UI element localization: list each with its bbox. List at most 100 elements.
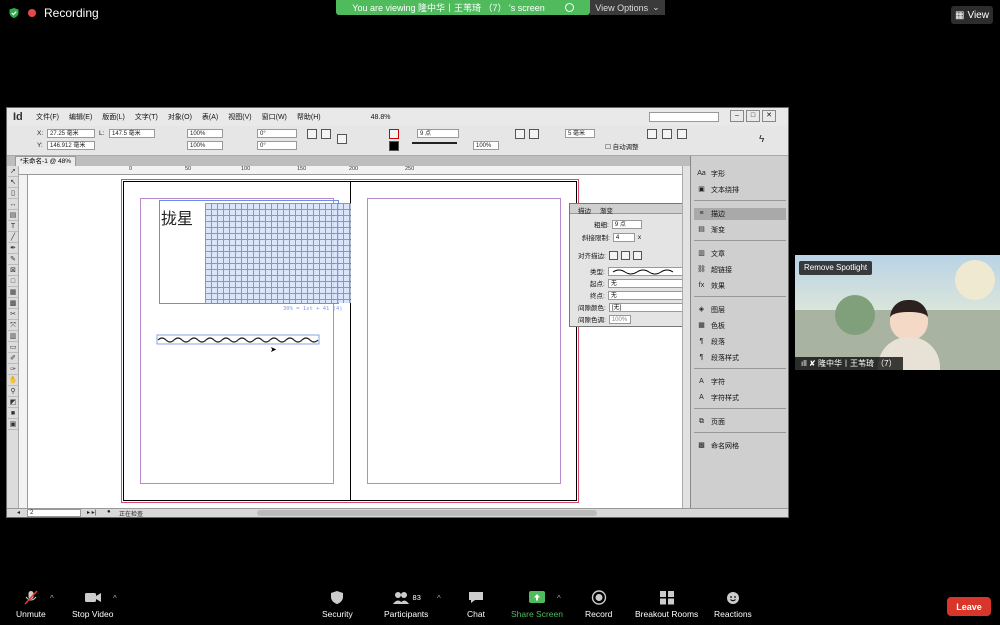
center-content-icon[interactable] — [677, 129, 687, 139]
length-field[interactable]: 147.5 毫米 — [109, 129, 155, 138]
stroke-type-preview[interactable] — [412, 142, 457, 144]
type-tool-icon[interactable]: T — [8, 222, 18, 232]
dock-item-paragraph[interactable]: ¶ 段落 — [694, 336, 786, 348]
x-field[interactable]: 27.25 毫米 — [47, 129, 95, 138]
content-collector-icon[interactable]: ▤ — [8, 211, 18, 221]
eyedropper-tool-icon[interactable]: ✑ — [8, 365, 18, 375]
corner-size-field[interactable]: 5 毫米 — [565, 129, 595, 138]
vertical-scrollbar[interactable] — [682, 166, 690, 508]
minimize-icon[interactable]: – — [730, 110, 744, 122]
align-center-icon[interactable] — [529, 129, 539, 139]
hand-tool-icon[interactable]: ✋ — [8, 376, 18, 386]
opacity-field[interactable]: 100% — [473, 141, 499, 150]
miter-field[interactable]: 4 — [612, 232, 635, 242]
gap-tool-icon[interactable]: ↔ — [8, 200, 18, 210]
video-chevron-up-icon[interactable]: ^ — [113, 594, 117, 603]
maximize-icon[interactable]: □ — [746, 110, 760, 122]
weight-field[interactable]: 9 点 — [611, 219, 642, 229]
first-page-icon[interactable]: ◂ — [17, 509, 20, 516]
dock-item-effects[interactable]: fx 效果 — [694, 280, 786, 292]
dock-item-story[interactable]: ▥ 文章 — [694, 248, 786, 260]
dock-item-pages[interactable]: ⧉ 页面 — [694, 416, 786, 428]
dock-item-named-grids[interactable]: ▩ 命名网格 — [694, 440, 786, 452]
transform-tool-icon[interactable]: ⤧ — [8, 321, 18, 331]
record-button[interactable]: Record — [585, 590, 612, 619]
document-tab[interactable]: *未命名-1 @ 48% — [15, 156, 77, 166]
direct-selection-tool-icon[interactable]: ↖ — [8, 178, 18, 188]
autofit-checkbox[interactable]: ☐ 自动调整 — [605, 141, 639, 151]
dock-item-character-styles[interactable]: A 字符样式 — [694, 392, 786, 404]
leave-button[interactable]: Leave — [947, 597, 991, 616]
y-field[interactable]: 146.912 毫米 — [47, 141, 95, 150]
wavy-line[interactable] — [156, 334, 321, 346]
menu-table[interactable]: 表(A) — [197, 112, 223, 122]
search-field[interactable] — [649, 112, 719, 122]
menu-layout[interactable]: 版面(L) — [97, 112, 130, 122]
end-select[interactable]: 无 — [607, 290, 684, 300]
menu-edit[interactable]: 编辑(E) — [64, 112, 97, 122]
align-inside-stroke-icon[interactable] — [620, 250, 630, 260]
shear-field[interactable]: 0° — [257, 141, 297, 150]
share-screen-button[interactable]: Share Screen — [511, 590, 563, 619]
lightning-icon[interactable]: ϟ — [759, 134, 764, 145]
menu-file[interactable]: 文件(F) — [31, 112, 64, 122]
menu-help[interactable]: 帮助(H) — [292, 112, 326, 122]
gradient-tool-icon[interactable]: ▥ — [8, 332, 18, 342]
security-button[interactable]: Security — [322, 590, 353, 619]
note-tool-icon[interactable]: ✐ — [8, 354, 18, 364]
apply-color-icon[interactable]: ■ — [8, 409, 18, 419]
start-select[interactable]: 无 — [607, 278, 684, 288]
gap-color-select[interactable]: [无] — [608, 302, 685, 312]
page-number-field[interactable]: 2 — [27, 509, 81, 517]
stroke-none-icon[interactable] — [389, 129, 399, 139]
align-outside-stroke-icon[interactable] — [632, 250, 642, 260]
stroke-type-select[interactable] — [607, 266, 684, 276]
grid-tool-icon[interactable]: ▩ — [8, 299, 18, 309]
menu-view[interactable]: 视图(V) — [223, 112, 256, 122]
dock-item-layers[interactable]: ◈ 图层 — [694, 304, 786, 316]
fit-content-icon[interactable] — [647, 129, 657, 139]
view-options-button[interactable]: View Options ⌄ — [590, 0, 665, 15]
screen-mode-icon[interactable]: ▣ — [8, 420, 18, 430]
page-tool-icon[interactable]: ▯ — [8, 189, 18, 199]
next-page-icon[interactable]: ▸ ▸| — [87, 509, 96, 516]
close-icon[interactable]: ✕ — [762, 110, 776, 122]
view-button[interactable]: ▦ View — [951, 6, 993, 24]
dock-item-character[interactable]: A 字符 — [694, 376, 786, 388]
remove-spotlight-button[interactable]: Remove Spotlight — [799, 261, 873, 275]
audio-chevron-up-icon[interactable]: ^ — [50, 594, 54, 603]
stroke-weight-field[interactable]: 9 点 — [417, 129, 459, 138]
pencil-tool-icon[interactable]: ✎ — [8, 255, 18, 265]
align-center-stroke-icon[interactable] — [608, 250, 618, 260]
dock-item-paragraph-styles[interactable]: ¶ 段落样式 — [694, 352, 786, 364]
stop-viewing-icon[interactable] — [564, 3, 574, 12]
scale-y-field[interactable]: 100% — [187, 141, 223, 150]
chat-button[interactable]: Chat — [467, 590, 485, 619]
menu-type[interactable]: 文字(T) — [130, 112, 163, 122]
frame-grid[interactable] — [205, 203, 351, 303]
fill-stroke-swatch-icon[interactable]: ◩ — [8, 398, 18, 408]
align-left-icon[interactable] — [515, 129, 525, 139]
dock-item-swatches[interactable]: ▦ 色板 — [694, 320, 786, 332]
rotate-icon[interactable] — [307, 129, 317, 139]
pen-tool-icon[interactable]: ✒ — [8, 244, 18, 254]
fill-black-icon[interactable] — [389, 141, 399, 151]
scissors-tool-icon[interactable]: ✂ — [8, 310, 18, 320]
table-tool-icon[interactable]: ▦ — [8, 288, 18, 298]
horizontal-scrollbar[interactable] — [257, 510, 597, 516]
dock-item-text-wrap[interactable]: ▣ 文本绕排 — [694, 184, 786, 196]
dock-item-gradient[interactable]: ▤ 渐变 — [694, 224, 786, 236]
participants-chevron-up-icon[interactable]: ^ — [437, 594, 441, 603]
breakout-rooms-button[interactable]: Breakout Rooms — [635, 590, 698, 619]
zoom-level-select[interactable]: 48.8% — [366, 114, 396, 121]
participants-button[interactable]: 83 Participants — [384, 590, 428, 619]
dock-item-glyphs[interactable]: Aa 字形 — [694, 168, 786, 180]
flip-icon[interactable] — [321, 129, 331, 139]
unmute-button[interactable]: Unmute — [16, 590, 46, 619]
gap-tint-field[interactable]: 100% — [608, 314, 631, 324]
zoom-tool-icon[interactable]: ⚲ — [8, 387, 18, 397]
stroke-tab[interactable]: 描边 — [578, 205, 591, 215]
gradient-tab[interactable]: 渐变 — [600, 205, 613, 215]
share-chevron-up-icon[interactable]: ^ — [557, 594, 561, 603]
fit-frame-icon[interactable] — [662, 129, 672, 139]
